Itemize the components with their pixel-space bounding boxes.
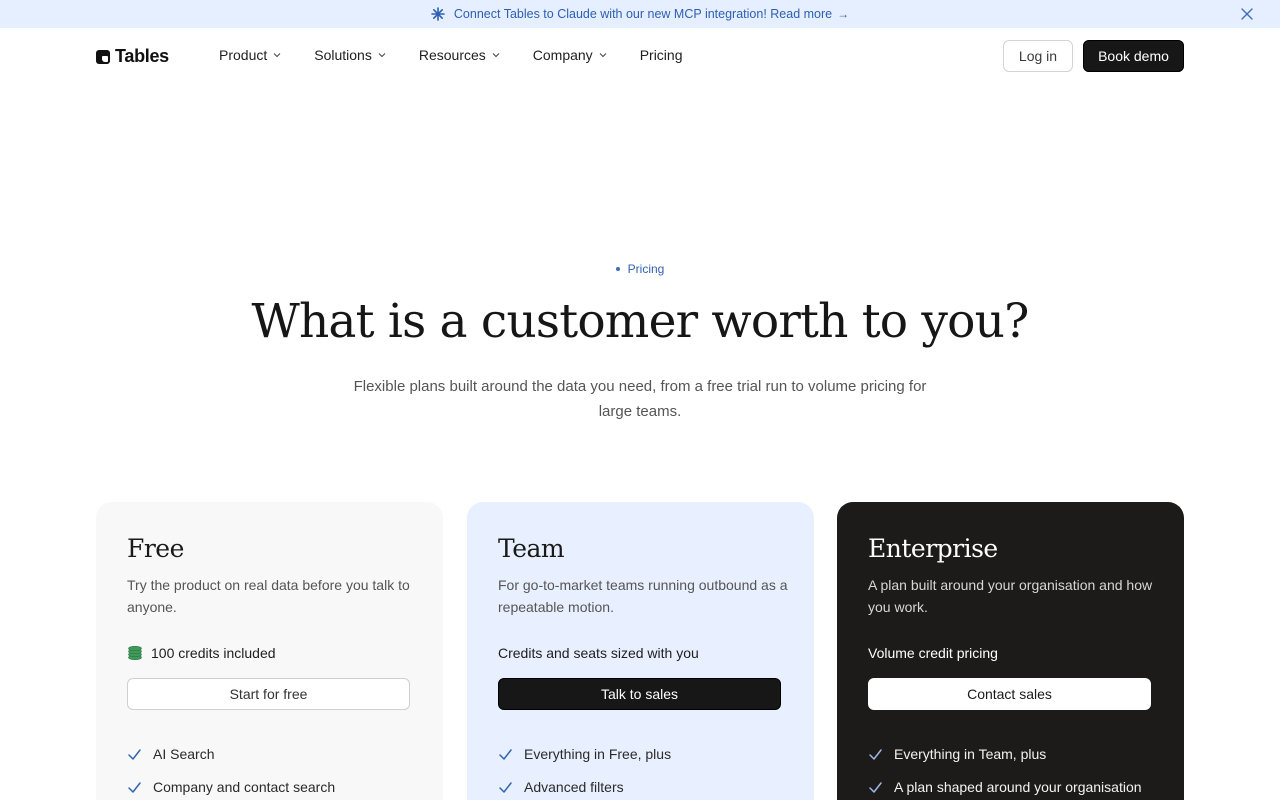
main-menu: Product Solutions Resources Company Pric… <box>219 47 715 63</box>
book-demo-button[interactable]: Book demo <box>1083 40 1184 72</box>
brand-logo[interactable]: Tables <box>96 46 169 67</box>
list-item: Advanced filters <box>498 777 783 797</box>
arrow-right-icon: → <box>837 7 850 21</box>
feature-label: Everything in Team, plus <box>894 746 1047 762</box>
plan-description: For go-to-market teams running outbound … <box>498 577 788 615</box>
close-icon[interactable] <box>1240 7 1254 21</box>
plan-offer-label: Credits and seats sized with you <box>498 645 699 661</box>
chevron-down-icon <box>492 53 500 58</box>
chevron-down-icon <box>378 53 386 58</box>
plan-card-team: Team For go-to-market teams running outb… <box>467 502 814 800</box>
list-item: Everything in Team, plus <box>868 744 1153 764</box>
coins-icon <box>128 645 142 661</box>
announcement-link[interactable]: Connect Tables to Claude with our new MC… <box>454 7 832 21</box>
contact-sales-button[interactable]: Contact sales <box>868 678 1151 710</box>
chevron-down-icon <box>599 53 607 58</box>
plan-offer: 100 credits included <box>127 642 412 664</box>
check-icon <box>869 781 882 793</box>
menu-item-label: Pricing <box>639 47 683 63</box>
plan-name: Free <box>127 534 184 563</box>
feature-label: AI Search <box>153 746 215 762</box>
plan-offer-label: Volume credit pricing <box>868 645 998 661</box>
menu-item-solutions[interactable]: Solutions <box>314 47 386 63</box>
menu-item-label: Solutions <box>314 47 372 63</box>
top-nav: Tables Product Solutions Resources Compa… <box>0 28 1280 84</box>
check-icon <box>128 748 141 760</box>
menu-item-product[interactable]: Product <box>219 47 281 63</box>
plan-description: A plan built around your organisation an… <box>868 577 1153 615</box>
menu-item-label: Company <box>532 47 593 63</box>
plan-name: Team <box>498 534 565 563</box>
list-item: Everything in Free, plus <box>498 744 783 764</box>
menu-item-company[interactable]: Company <box>533 47 607 63</box>
talk-to-sales-button[interactable]: Talk to sales <box>498 678 781 710</box>
sparkle-icon <box>431 7 445 21</box>
plan-description: Try the product on real data before you … <box>127 577 410 615</box>
plan-name: Enterprise <box>868 534 998 563</box>
feature-list: AI Search Company and contact search <box>127 744 412 797</box>
feature-label: Advanced filters <box>524 779 624 795</box>
list-item: AI Search <box>127 744 412 764</box>
check-icon <box>128 781 141 793</box>
menu-item-label: Product <box>219 47 268 63</box>
page-title: What is a customer worth to you? <box>251 294 1029 349</box>
plan-card-free: Free Try the product on real data before… <box>96 502 443 800</box>
menu-item-label: Resources <box>418 47 486 63</box>
bullet-dot <box>615 266 620 271</box>
plan-card-enterprise: Enterprise A plan built around your orga… <box>837 502 1184 800</box>
plan-offer: Volume credit pricing <box>868 642 1153 664</box>
list-item: Company and contact search <box>127 777 412 797</box>
menu-item-resources[interactable]: Resources <box>419 47 500 63</box>
login-button[interactable]: Log in <box>1003 40 1073 72</box>
chevron-down-icon <box>273 53 281 58</box>
brand-name: Tables <box>115 46 169 66</box>
feature-label: Everything in Free, plus <box>524 746 672 762</box>
check-icon <box>499 781 512 793</box>
feature-label: A plan shaped around your organisation <box>894 779 1142 795</box>
start-for-free-button[interactable]: Start for free <box>127 678 410 710</box>
menu-item-pricing[interactable]: Pricing <box>640 47 683 63</box>
feature-list: Everything in Team, plus A plan shaped a… <box>868 744 1153 797</box>
feature-list: Everything in Free, plus Advanced filter… <box>498 744 783 797</box>
list-item: A plan shaped around your organisation <box>868 777 1153 797</box>
feature-label: Company and contact search <box>153 779 336 795</box>
logo-mark-icon <box>96 49 110 64</box>
plan-offer: Credits and seats sized with you <box>498 642 783 664</box>
eyebrow-label: Pricing <box>627 262 665 276</box>
page-subtitle: Flexible plans built around the data you… <box>353 378 927 420</box>
check-icon <box>869 748 882 760</box>
plan-offer-label: 100 credits included <box>151 645 276 661</box>
section-eyebrow: Pricing <box>0 262 1280 276</box>
announcement-bar: Connect Tables to Claude with our new MC… <box>0 0 1280 28</box>
check-icon <box>499 748 512 760</box>
